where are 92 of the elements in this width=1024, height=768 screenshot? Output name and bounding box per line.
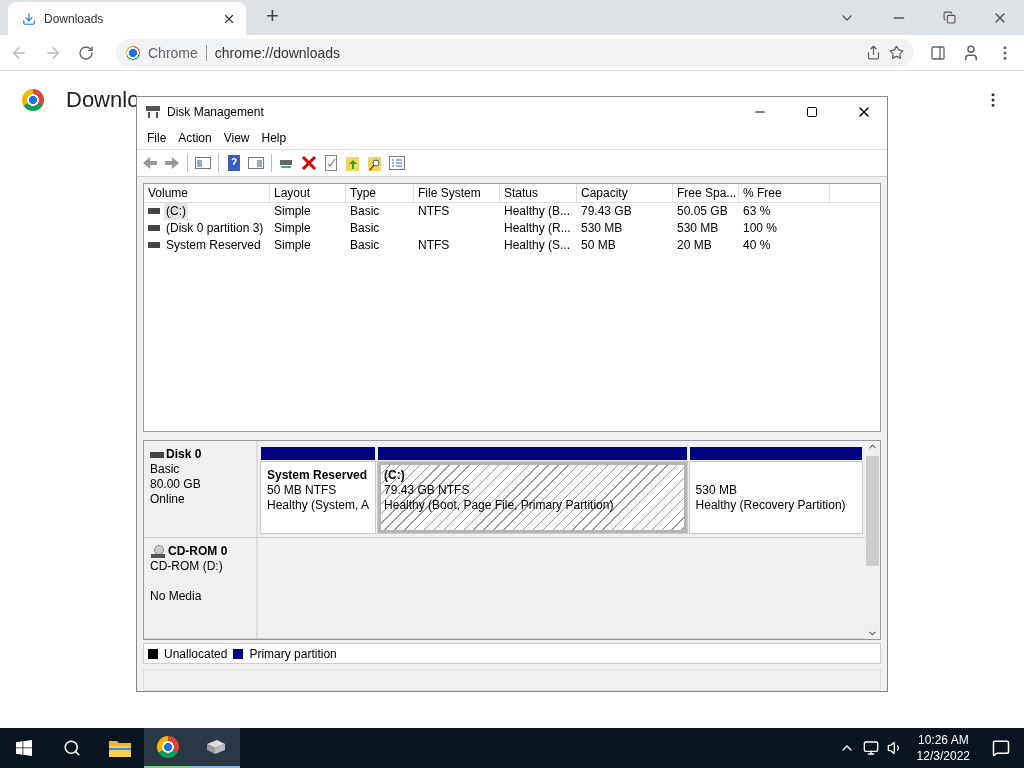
disk-name: Disk 0 [166, 447, 202, 463]
column-header[interactable]: Layout [270, 183, 346, 202]
menu-item[interactable]: Help [255, 130, 293, 145]
disk-type: Basic [150, 462, 181, 478]
window-title: Disk Management [167, 105, 265, 119]
notification-icon[interactable] [992, 739, 1010, 757]
column-header[interactable]: % Free [739, 183, 830, 202]
url-text: chrome://downloads [214, 44, 342, 61]
partition-status: Healthy (Recovery Partition) [695, 498, 847, 514]
chrome-logo-icon[interactable] [157, 736, 179, 758]
table-cell: 100 % [743, 219, 778, 237]
partition-title: (C:) [384, 468, 405, 483]
partition-block[interactable]: System Reserved 50 MB NTFS Healthy (System, A [261, 462, 376, 534]
table-cell: Healthy (B... [504, 202, 571, 220]
new-tab-button[interactable]: + [266, 3, 279, 29]
table-cell: 40 % [743, 236, 771, 254]
tab-title: Downloads [44, 11, 105, 26]
folder-icon[interactable] [109, 739, 131, 757]
table-cell: Simple [274, 202, 311, 220]
menu-item[interactable]: View [217, 130, 256, 145]
table-cell: Healthy (S... [504, 236, 571, 254]
start-icon[interactable] [16, 740, 32, 756]
disk-type: CD-ROM (D:) [150, 559, 224, 575]
clock-date: 12/3/2022 [916, 748, 970, 764]
chrome-logo-icon [22, 89, 44, 111]
download-icon [22, 11, 36, 26]
table-cell: Healthy (R... [504, 219, 571, 237]
help-icon[interactable] [225, 153, 243, 172]
chrome-logo-icon [126, 45, 140, 60]
clock-time: 10:26 AM [917, 732, 969, 748]
network-icon[interactable] [862, 740, 879, 756]
drive-icon [148, 208, 160, 215]
table-cell: Simple [274, 236, 311, 254]
table-cell: NTFS [418, 236, 450, 254]
partition-size: 50 MB NTFS [267, 483, 338, 499]
table-cell: 79.43 GB [581, 202, 632, 220]
maximize-icon[interactable] [806, 106, 818, 118]
legend-label: Unallocated [164, 646, 228, 661]
menu-item[interactable]: Action [172, 130, 218, 145]
table-cell: Basic [350, 219, 380, 237]
list-icon[interactable] [388, 153, 406, 172]
table-cell: Simple [274, 219, 311, 237]
disk-size: 80.00 GB [150, 477, 202, 493]
table-cell: Basic [350, 202, 380, 220]
partition-status: Healthy (System, A [267, 498, 370, 514]
search-icon[interactable] [63, 739, 81, 757]
share-icon[interactable] [866, 45, 881, 60]
drive-icon [148, 225, 160, 232]
partition-size: 530 MB [695, 483, 738, 499]
legend-label: Primary partition [249, 646, 337, 661]
table-cell: Basic [350, 236, 380, 254]
address-bar[interactable]: Chrome chrome://downloads [116, 38, 914, 67]
menu-item[interactable]: File [141, 130, 173, 145]
drive-icon [148, 242, 160, 249]
volume-row[interactable]: System Reserved Simple Basic NTFS Healthy (S... 50 MB 20 MB 40 % [144, 236, 880, 254]
side-panel-icon[interactable] [930, 44, 946, 61]
disk-name: CD-ROM 0 [168, 544, 228, 560]
browser-tab[interactable]: Downloads [8, 2, 246, 35]
table-cell: 530 MB [677, 219, 719, 237]
column-header[interactable]: Type [346, 183, 414, 202]
bookmark-star-icon[interactable] [889, 45, 904, 60]
column-header[interactable]: Capacity [577, 183, 673, 202]
reload-icon[interactable] [78, 44, 94, 61]
table-cell: 530 MB [581, 219, 623, 237]
table-cell: 50 MB [581, 236, 616, 254]
disk-status: Online [150, 492, 186, 508]
volume-row[interactable]: (C:) Simple Basic NTFS Healthy (B... 79.43 GB 50.05 GB 63 % [144, 202, 880, 220]
drive-icon [150, 451, 164, 458]
column-header[interactable]: Status [500, 183, 577, 202]
table-cell: 50.05 GB [677, 202, 728, 220]
partition-block[interactable]: (C:) 79.43 GB NTFS Healthy (Boot, Page File, Primary Partition) [378, 462, 687, 534]
table-cell: 20 MB [677, 236, 712, 254]
table-cell-text: (Disk 0 partition 3) [165, 219, 265, 237]
partition-title: System Reserved [267, 468, 368, 483]
volume-row[interactable]: (Disk 0 partition 3) Simple Basic Healthy (R... 530 MB 530 MB 100 % [144, 219, 880, 237]
table-cell: NTFS [418, 202, 450, 220]
disk-status: No Media [150, 589, 203, 605]
clock[interactable]: 10:26 AM 12/3/2022 [916, 732, 970, 764]
partition-size: 79.43 GB NTFS [384, 483, 471, 499]
profile-icon[interactable] [962, 43, 980, 62]
partition-block[interactable]: 530 MB Healthy (Recovery Partition) [689, 462, 862, 534]
checklist-icon[interactable] [322, 153, 340, 172]
column-header[interactable]: Free Spa... [673, 183, 739, 202]
column-header[interactable]: File System [414, 183, 500, 202]
column-header[interactable]: Volume [144, 183, 270, 202]
table-cell-text: System Reserved [165, 236, 262, 254]
partition-status: Healthy (Boot, Page File, Primary Partition) [384, 498, 615, 514]
cd-drive-icon [150, 544, 166, 559]
table-cell: 63 % [743, 202, 771, 220]
restore-icon[interactable] [943, 11, 956, 24]
delete-icon[interactable] [300, 153, 318, 172]
site-chip: Chrome [148, 44, 207, 61]
